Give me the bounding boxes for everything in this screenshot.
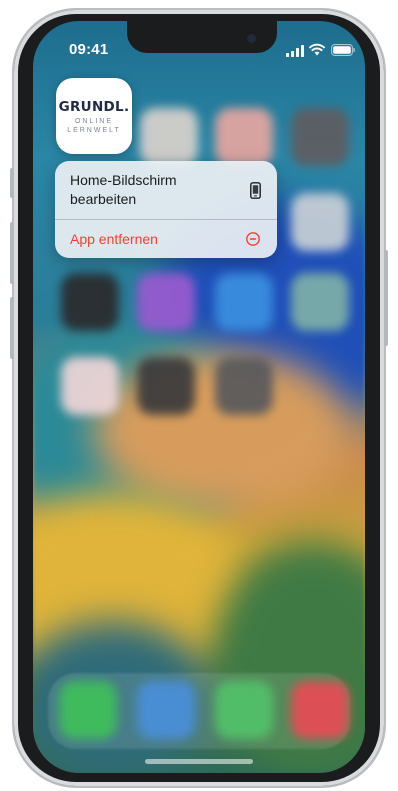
remove-app-menu-item[interactable]: App entfernen xyxy=(55,220,277,258)
home-indicator[interactable] xyxy=(145,759,253,764)
wifi-icon xyxy=(309,43,325,56)
status-time: 09:41 xyxy=(69,41,109,58)
context-menu: Home-Bildschirm bearbeiten App entfernen xyxy=(55,161,277,258)
grundl-app-icon[interactable]: GRUNDL. ONLINE LERNWELT xyxy=(56,78,132,154)
menu-item-label: Home-Bildschirm bearbeiten xyxy=(70,172,177,207)
app-icon-row1-col4 xyxy=(291,108,349,166)
music-app-icon xyxy=(291,681,349,739)
app-icon-row4-col1 xyxy=(61,357,119,415)
app-icon-subtitle-line2: LERNWELT xyxy=(67,127,121,134)
app-icon-row1-col2 xyxy=(140,108,198,166)
app-icon-row4-col3 xyxy=(215,357,273,415)
minus-circle-icon xyxy=(246,232,260,246)
volume-up-button xyxy=(10,222,14,284)
signal-icon xyxy=(286,45,304,57)
edit-home-screen-menu-item[interactable]: Home-Bildschirm bearbeiten xyxy=(55,161,277,219)
menu-item-label: App entfernen xyxy=(70,231,158,247)
phone-app-icon xyxy=(59,681,117,739)
battery-icon xyxy=(331,44,355,56)
side-button xyxy=(384,250,388,346)
app-icon-row2-col4 xyxy=(291,193,349,251)
app-icon-row4-col2 xyxy=(137,357,195,415)
volume-down-button xyxy=(10,297,14,359)
app-icon-subtitle-line1: ONLINE xyxy=(74,118,114,125)
app-icon-row1-col3 xyxy=(215,108,273,166)
front-camera xyxy=(247,34,256,43)
phone-icon xyxy=(250,182,261,199)
app-icon-row3-col3 xyxy=(215,273,273,331)
app-icon-row3-col2 xyxy=(137,273,195,331)
app-icon-title: GRUNDL. xyxy=(58,99,130,115)
app-icon-row3-col4 xyxy=(291,273,349,331)
app-icon-row3-col1 xyxy=(61,273,119,331)
silent-switch xyxy=(10,168,14,198)
safari-app-icon xyxy=(137,681,195,739)
status-bar: 09:41 xyxy=(33,21,365,73)
notch xyxy=(127,21,277,53)
phone-screen: 09:41 GRUNDL. ONLINE LERNWELT Home-Bilds… xyxy=(33,21,365,773)
messages-app-icon xyxy=(215,681,273,739)
